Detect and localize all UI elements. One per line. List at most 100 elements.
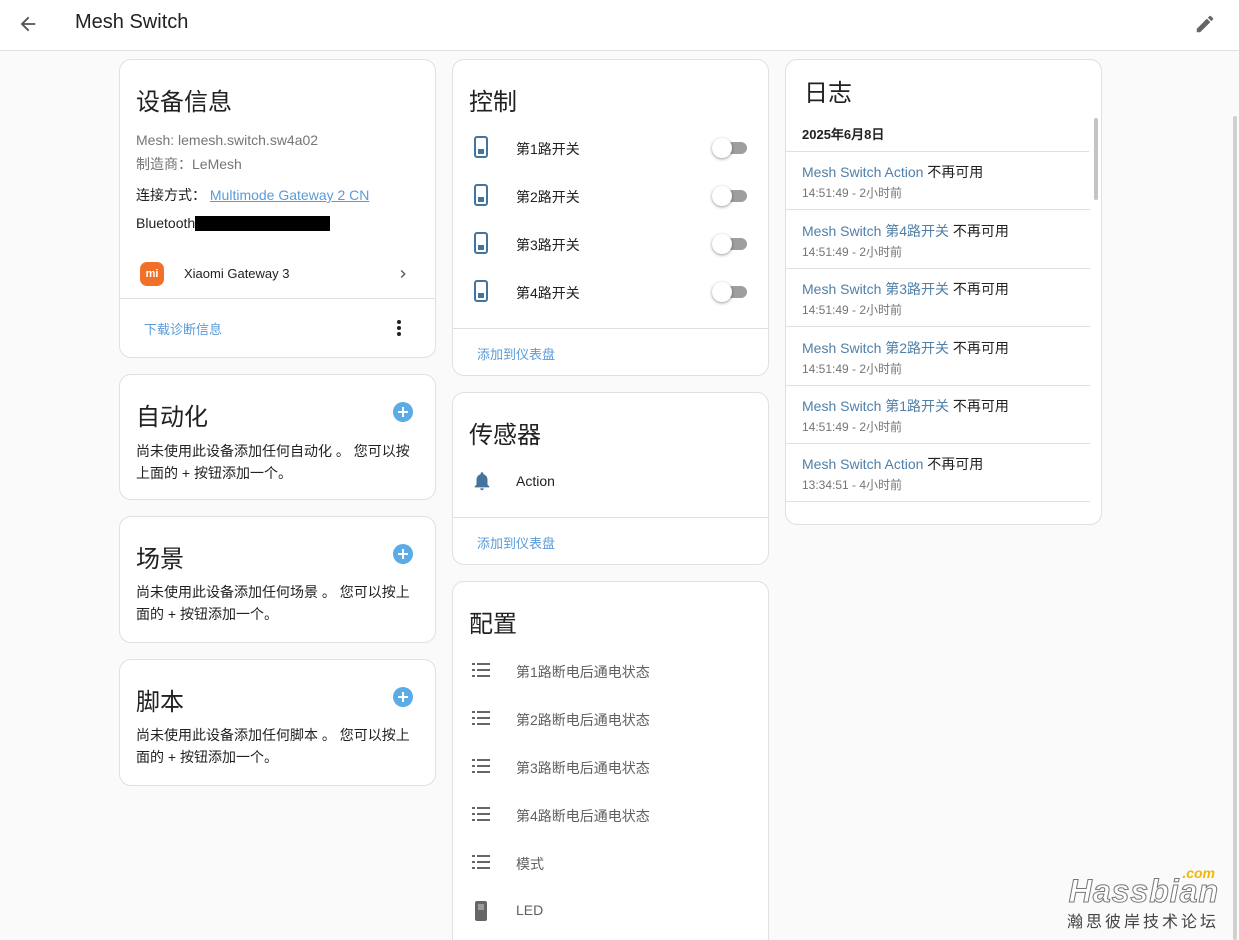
list-icon [471,708,491,728]
bluetooth-row: Bluetooth [136,215,195,231]
watermark-com: .com [1182,865,1215,881]
add-automation-icon[interactable] [393,402,413,422]
control-toggle[interactable] [712,232,748,256]
log-entity-link[interactable]: Mesh Switch 第1路开关 [802,398,949,414]
config-row[interactable]: 第2路断电后通电状态 [453,708,768,732]
sensors-title: 传感器 [469,422,541,449]
log-entity-link[interactable]: Mesh Switch 第2路开关 [802,340,949,356]
control-toggle[interactable] [712,136,748,160]
script-title: 脚本 [136,689,184,716]
scene-empty-text: 尚未使用此设备添加任何场景 。 您可以按上面的 + 按钮添加一个。 [136,584,410,622]
logbook-date: 2025年6月8日 [802,127,885,142]
config-label: 第2路断电后通电状态 [516,712,650,728]
xiaomi-logo-icon: mi [140,262,164,286]
log-entity-link[interactable]: Mesh Switch 第3路开关 [802,281,949,297]
control-row[interactable]: 第1路开关 [453,136,768,160]
log-state: 不再可用 [949,340,1009,356]
list-icon [471,804,491,824]
page-title: Mesh Switch [75,11,189,33]
connection-link[interactable]: Multimode Gateway 2 CN [210,187,370,203]
log-state: 不再可用 [923,164,984,180]
more-vert-icon[interactable] [393,319,405,337]
config-label: 第1路断电后通电状态 [516,664,650,680]
back-arrow-icon[interactable] [14,10,42,38]
log-time: 14:51:49 - 2小时前 [802,362,903,376]
log-time: 14:51:49 - 2小时前 [802,186,903,200]
divider [120,298,435,299]
config-row[interactable]: LED [453,900,768,924]
config-card: 配置 第1路断电后通电状态 第2路断电后通电状态 第3路断电后通电状态 第4路断… [452,581,769,940]
log-entry: Mesh Switch Action 不再可用 14:51:49 - 2小时前 [786,152,1090,210]
switch-icon [471,232,491,254]
config-label: 第4路断电后通电状态 [516,808,650,824]
sensor-label: Action [516,473,555,489]
log-entity-link[interactable]: Mesh Switch Action [802,164,923,180]
connection-row: 连接方式： Multimode Gateway 2 CN [136,185,369,205]
log-state: 不再可用 [949,223,1009,239]
device-manufacturer: 制造商：LeMesh [136,156,242,172]
log-state: 不再可用 [949,398,1009,414]
control-toggle[interactable] [712,184,748,208]
config-label: 第3路断电后通电状态 [516,760,650,776]
log-entity-link[interactable]: Mesh Switch Action [802,456,923,472]
bell-icon [471,470,491,491]
config-title: 配置 [469,611,517,638]
config-row[interactable]: 模式 [453,852,768,876]
control-label: 第3路开关 [516,237,580,253]
via-device-row[interactable]: mi Xiaomi Gateway 3 [120,256,435,294]
top-app-bar: Mesh Switch [0,0,1239,51]
add-scene-icon[interactable] [393,544,413,564]
log-entity-link[interactable]: Mesh Switch 第4路开关 [802,223,949,239]
control-toggle[interactable] [712,280,748,304]
sensor-row[interactable]: Action [453,470,768,494]
switch-icon [471,184,491,206]
config-row[interactable]: 第3路断电后通电状态 [453,756,768,780]
log-time: 14:51:49 - 2小时前 [802,245,903,259]
control-label: 第1路开关 [516,141,580,157]
script-empty-text: 尚未使用此设备添加任何脚本 。 您可以按上面的 + 按钮添加一个。 [136,727,410,765]
log-time: 14:51:49 - 2小时前 [802,303,903,317]
logbook-card: 日志 2025年6月8日 Mesh Switch Action 不再可用 14:… [785,59,1102,525]
log-entry: Mesh Switch Action 不再可用 13:34:51 - 4小时前 [786,444,1090,502]
connection-label: 连接方式： [136,187,206,203]
config-label: LED [516,902,544,918]
control-label: 第4路开关 [516,285,580,301]
control-row[interactable]: 第4路开关 [453,280,768,304]
log-state: 不再可用 [949,281,1009,297]
via-device-name: Xiaomi Gateway 3 [184,266,290,281]
logbook-scrollbar[interactable] [1094,118,1098,200]
watermark-sub: 瀚思彼岸技术论坛 [1066,914,1219,931]
switch-icon [471,900,491,921]
script-card: 脚本 尚未使用此设备添加任何脚本 。 您可以按上面的 + 按钮添加一个。 [119,659,436,786]
add-script-icon[interactable] [393,687,413,707]
control-label: 第2路开关 [516,189,580,205]
log-time: 14:51:49 - 2小时前 [802,420,903,434]
log-time: 13:34:51 - 4小时前 [802,478,903,492]
add-to-dashboard-link[interactable]: 添加到仪表盘 [477,533,555,552]
scene-card: 场景 尚未使用此设备添加任何场景 。 您可以按上面的 + 按钮添加一个。 [119,516,436,643]
edit-pencil-icon[interactable] [1191,10,1219,38]
list-icon [471,756,491,776]
config-label: 模式 [516,856,544,872]
list-icon [471,660,491,680]
page-scrollbar[interactable] [1233,116,1237,940]
controls-card: 控制 第1路开关 第2路开关 第3路开关 第4路开关 添加到仪表盘 [452,59,769,376]
controls-title: 控制 [469,89,517,116]
switch-icon [471,136,491,158]
scene-title: 场景 [136,546,184,573]
control-row[interactable]: 第3路开关 [453,232,768,256]
add-to-dashboard-link[interactable]: 添加到仪表盘 [477,344,555,363]
switch-icon [471,280,491,302]
log-entry: Mesh Switch 第3路开关 不再可用 14:51:49 - 2小时前 [786,269,1090,327]
device-model: Mesh: lemesh.switch.sw4a02 [136,132,319,148]
divider [453,517,768,518]
control-row[interactable]: 第2路开关 [453,184,768,208]
automation-title: 自动化 [136,404,208,431]
device-info-title: 设备信息 [136,89,232,116]
log-state: 不再可用 [923,456,984,472]
config-row[interactable]: 第1路断电后通电状态 [453,660,768,684]
chevron-right-icon [395,265,411,288]
config-row[interactable]: 第4路断电后通电状态 [453,804,768,828]
log-entry: Mesh Switch 第2路开关 不再可用 14:51:49 - 2小时前 [786,328,1090,386]
download-diagnostics-link[interactable]: 下载诊断信息 [144,319,222,338]
